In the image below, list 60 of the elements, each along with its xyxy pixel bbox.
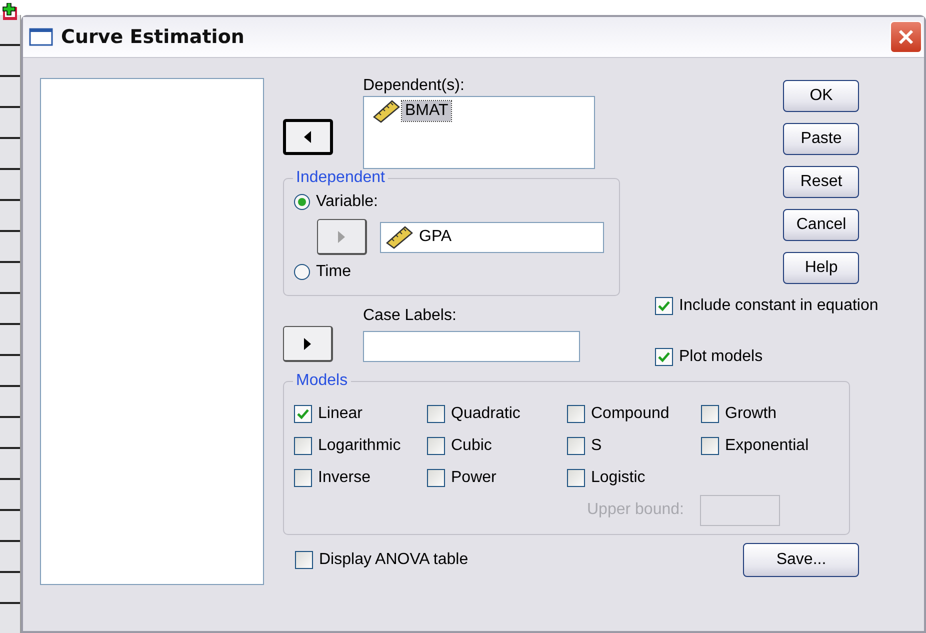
checkbox-label: Include constant in equation: [679, 297, 878, 315]
ruler-icon: [372, 99, 402, 123]
checkbox-label: Compound: [591, 405, 670, 423]
checkbox-label: Display ANOVA table: [319, 551, 468, 569]
checkbox[interactable]: [294, 437, 312, 455]
checkbox[interactable]: [294, 469, 312, 487]
move-arrow-button[interactable]: [283, 119, 333, 155]
checkbox[interactable]: [427, 405, 445, 423]
close-button[interactable]: [890, 21, 922, 53]
checkbox[interactable]: [567, 469, 585, 487]
dependent-list[interactable]: BMAT: [363, 96, 595, 169]
checkbox-label: S: [591, 437, 602, 455]
checkbox-label: Exponential: [725, 437, 809, 455]
save-button[interactable]: Save...: [743, 543, 860, 577]
checkbox[interactable]: [655, 297, 673, 315]
checkbox-label: Plot models: [679, 348, 763, 366]
dialog-button[interactable]: OK: [783, 80, 860, 112]
checkbox-label: Cubic: [451, 437, 492, 455]
radio-label: Time: [316, 263, 351, 281]
close-icon: [897, 28, 915, 46]
checkbox[interactable]: [655, 348, 673, 366]
upper-bound-label: Upper bound:: [587, 501, 684, 519]
dialog-button[interactable]: Paste: [783, 123, 860, 155]
group-legend: Independent: [293, 169, 388, 187]
checkbox[interactable]: [294, 405, 312, 423]
dialog-button[interactable]: Cancel: [783, 209, 860, 241]
checkbox[interactable]: [701, 437, 719, 455]
left-triangle-icon: [304, 131, 312, 143]
checkbox[interactable]: [567, 437, 585, 455]
dialog-button[interactable]: Reset: [783, 166, 860, 198]
radio-label: Variable:: [316, 193, 378, 211]
move-arrow-button[interactable]: [283, 326, 333, 362]
app-icon: [2, 3, 18, 21]
case-labels-label: Case Labels:: [363, 306, 458, 326]
dependent-label: Dependent(s):: [363, 76, 466, 96]
ruler-icon: [385, 225, 415, 249]
checkbox-label: Logistic: [591, 469, 646, 487]
radio-button[interactable]: [294, 264, 310, 280]
checkbox-label: Growth: [725, 405, 777, 423]
checkbox[interactable]: [427, 469, 445, 487]
variable-item[interactable]: BMAT: [402, 101, 452, 121]
independent-variable-field[interactable]: GPA: [380, 222, 604, 252]
checkbox[interactable]: [427, 437, 445, 455]
radio-button[interactable]: [294, 194, 310, 210]
checkbox-label: Power: [451, 469, 496, 487]
right-triangle-icon: [338, 230, 346, 242]
checkbox[interactable]: [295, 551, 313, 569]
checkbox-label: Linear: [318, 405, 362, 423]
dialog-button[interactable]: Help: [783, 252, 860, 284]
case-labels-field[interactable]: [363, 331, 580, 362]
group-legend: Models: [293, 372, 351, 390]
checkbox-label: Logarithmic: [318, 437, 401, 455]
checkbox[interactable]: [701, 405, 719, 423]
checkbox-label: Quadratic: [451, 405, 520, 423]
right-triangle-icon: [304, 338, 312, 350]
window-icon: [29, 28, 53, 46]
upper-bound-field[interactable]: [700, 494, 780, 526]
checkbox-label: Inverse: [318, 469, 370, 487]
checkbox[interactable]: [567, 405, 585, 423]
window-title: Curve Estimation: [61, 26, 244, 48]
